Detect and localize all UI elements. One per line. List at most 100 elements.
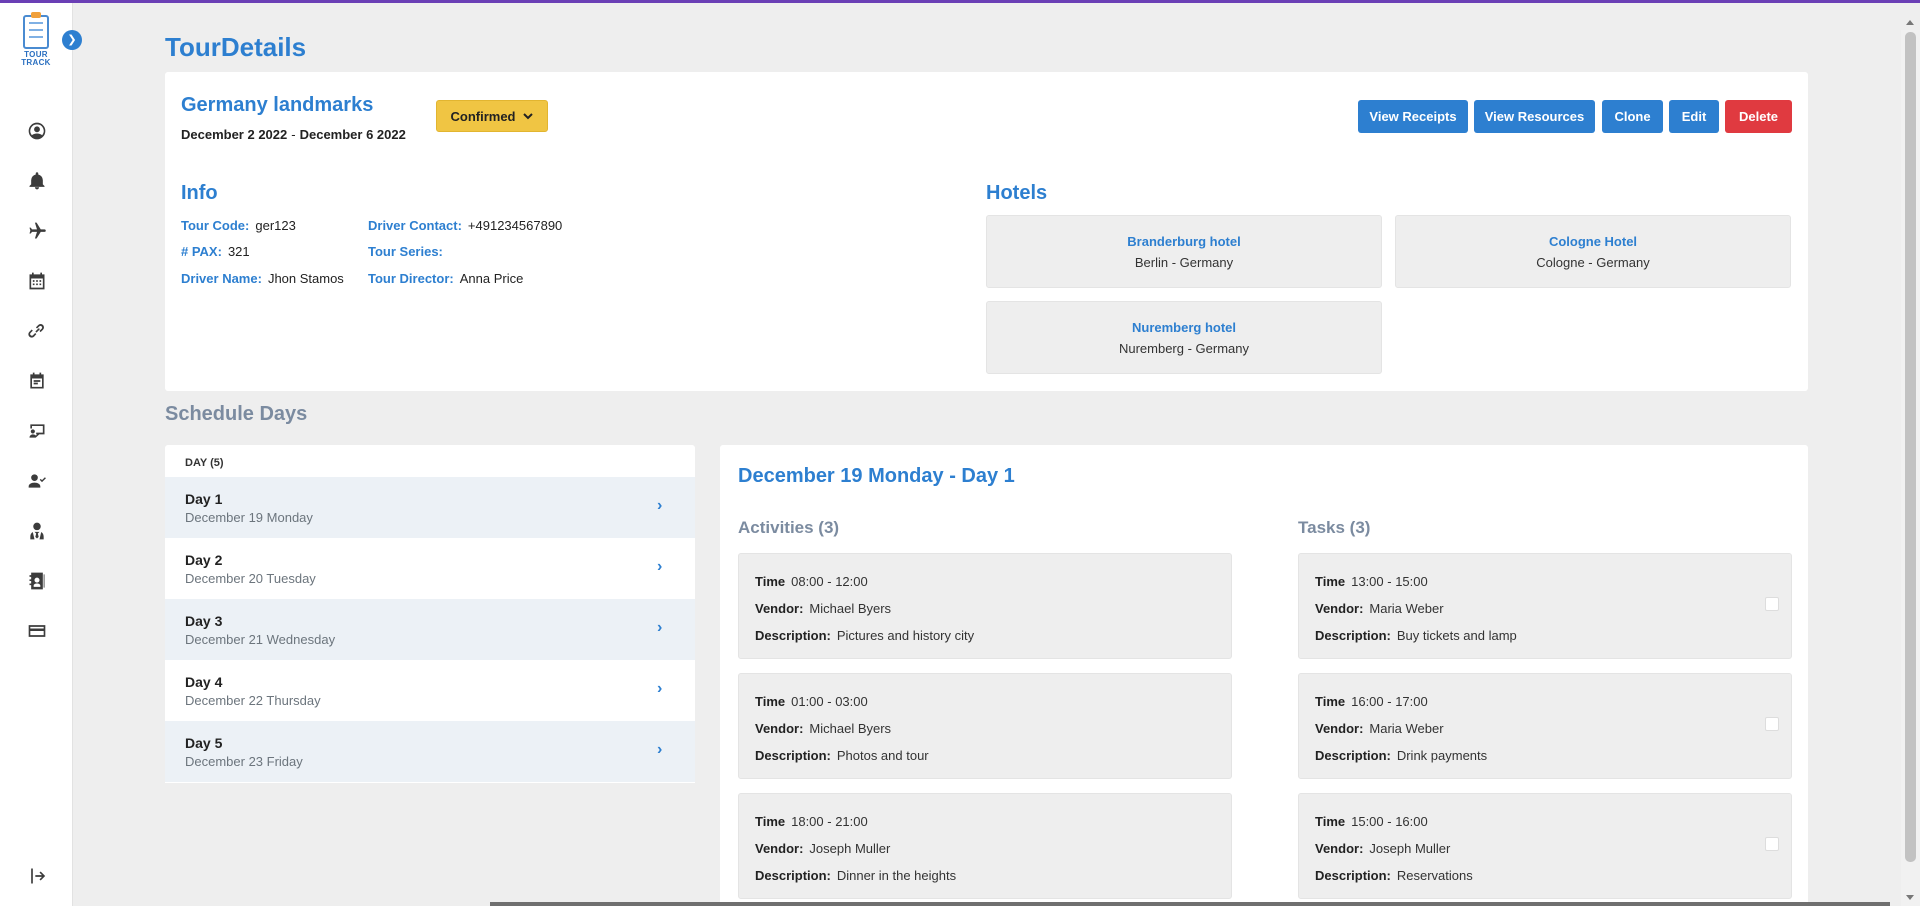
plane-icon[interactable] <box>25 219 49 243</box>
task-card[interactable]: Time 16:00 - 17:00 Vendor: Maria Weber Des… <box>1298 673 1792 779</box>
chevron-right-icon: › <box>657 741 663 758</box>
view-receipts-button[interactable]: View Receipts <box>1358 100 1468 133</box>
day-list-item[interactable]: Day 2 December 20 Tuesday › <box>165 538 695 599</box>
time-value: 18:00 - 21:00 <box>791 814 868 829</box>
tour-name: Germany landmarks <box>181 94 374 116</box>
vendor-label: Vendor: <box>1315 601 1364 616</box>
time-label: Time <box>755 574 786 589</box>
description-label: Description: <box>1315 628 1391 643</box>
tour-code-label: Tour Code: <box>181 218 250 233</box>
vendor-value: Joseph Muller <box>1369 841 1451 856</box>
activity-vendor: Vendor: Michael Byers <box>755 601 891 616</box>
task-done-checkbox[interactable] <box>1765 717 1779 731</box>
sidebar: TOUR TRACK <box>0 3 73 906</box>
pax-label: # PAX: <box>181 244 222 259</box>
bell-icon[interactable] <box>25 169 49 193</box>
description-label: Description: <box>1315 748 1391 763</box>
chevron-down-icon <box>522 113 533 120</box>
edit-button[interactable]: Edit <box>1669 100 1719 133</box>
description-value: Pictures and history city <box>836 628 975 643</box>
task-done-checkbox[interactable] <box>1765 597 1779 611</box>
day-list-item[interactable]: Day 1 December 19 Monday › <box>165 477 695 538</box>
driver-name-row: Driver Name: Jhon Stamos <box>181 271 344 286</box>
vendor-label: Vendor: <box>755 721 804 736</box>
calendar-icon[interactable] <box>25 269 49 293</box>
date-separator: - <box>291 127 296 142</box>
activity-time: Time 18:00 - 21:00 <box>755 814 868 829</box>
vendor-label: Vendor: <box>755 601 804 616</box>
chevron-right-icon: › <box>657 619 663 636</box>
chevron-right-icon: › <box>657 680 663 697</box>
activity-card[interactable]: Time 01:00 - 03:00 Vendor: Michael Byers D… <box>738 673 1232 779</box>
page-title: TourDetails <box>165 32 307 62</box>
hotel-location: Berlin - Germany <box>1134 255 1234 270</box>
hotel-card[interactable]: Branderburg hotel Berlin - Germany <box>986 215 1382 288</box>
clone-button[interactable]: Clone <box>1602 100 1663 133</box>
time-label: Time <box>1315 694 1346 709</box>
activity-description: Description: Dinner in the heights <box>755 868 956 883</box>
task-vendor: Vendor: Joseph Muller <box>1315 841 1450 856</box>
days-list-card: DAY (5) Day 1 December 19 Monday › Day 2… <box>165 445 695 783</box>
day-list-item[interactable]: Day 5 December 23 Friday › <box>165 721 695 782</box>
task-time: Time 15:00 - 16:00 <box>1315 814 1428 829</box>
time-label: Time <box>1315 814 1346 829</box>
link-icon[interactable] <box>25 319 49 343</box>
pax-value: 321 <box>227 244 250 259</box>
delete-button[interactable]: Delete <box>1725 100 1792 133</box>
view-resources-button[interactable]: View Resources <box>1474 100 1595 133</box>
task-description: Description: Reservations <box>1315 868 1473 883</box>
task-card[interactable]: Time 13:00 - 15:00 Vendor: Maria Weber Des… <box>1298 553 1792 659</box>
status-dropdown[interactable]: Confirmed <box>436 100 548 132</box>
activity-vendor: Vendor: Michael Byers <box>755 721 891 736</box>
activity-card[interactable]: Time 08:00 - 12:00 Vendor: Michael Byers D… <box>738 553 1232 659</box>
activity-vendor: Vendor: Joseph Muller <box>755 841 890 856</box>
schedule-icon[interactable] <box>25 369 49 393</box>
hotel-location: Cologne - Germany <box>1536 255 1650 270</box>
day-label: Day 2 <box>185 552 223 568</box>
chevron-right-icon: ❯ <box>67 34 77 46</box>
user-tie-icon[interactable] <box>25 519 49 543</box>
time-value: 08:00 - 12:00 <box>791 574 868 589</box>
tour-series-row: Tour Series: <box>368 244 449 259</box>
status-label: Confirmed <box>450 108 516 124</box>
hotel-location: Nuremberg - Germany <box>1118 341 1250 356</box>
description-value: Photos and tour <box>836 748 929 763</box>
vendor-value: Joseph Muller <box>809 841 891 856</box>
app-logo[interactable]: TOUR TRACK <box>18 12 54 71</box>
logo-text: TOUR TRACK <box>21 50 51 67</box>
task-done-checkbox[interactable] <box>1765 837 1779 851</box>
scroll-down-arrow-icon[interactable] <box>1906 895 1914 900</box>
description-value: Dinner in the heights <box>836 868 957 883</box>
address-book-icon[interactable] <box>25 569 49 593</box>
tour-end-date: December 6 2022 <box>299 127 406 142</box>
day-label: Day 1 <box>185 491 223 507</box>
presentation-icon[interactable] <box>25 419 49 443</box>
selected-day-title: December 19 Monday - Day 1 <box>738 465 1015 487</box>
hotel-card[interactable]: Nuremberg hotel Nuremberg - Germany <box>986 301 1382 374</box>
profile-icon[interactable] <box>25 119 49 143</box>
logout-icon[interactable] <box>25 864 49 888</box>
activity-card[interactable]: Time 18:00 - 21:00 Vendor: Joseph Muller D… <box>738 793 1232 899</box>
day-list-item[interactable]: Day 3 December 21 Wednesday › <box>165 599 695 660</box>
vendor-value: Maria Weber <box>1369 721 1444 736</box>
day-list-item[interactable]: Day 4 December 22 Thursday › <box>165 660 695 721</box>
task-card[interactable]: Time 15:00 - 16:00 Vendor: Joseph Muller D… <box>1298 793 1792 899</box>
user-check-icon[interactable] <box>25 469 49 493</box>
vendor-label: Vendor: <box>1315 721 1364 736</box>
horizontal-scrollbar[interactable] <box>490 902 1890 906</box>
day-label: Day 5 <box>185 735 223 751</box>
task-description: Description: Buy tickets and lamp <box>1315 628 1517 643</box>
hotel-card[interactable]: Cologne Hotel Cologne - Germany <box>1395 215 1791 288</box>
vertical-scrollbar[interactable] <box>1901 20 1920 906</box>
driver-contact-row: Driver Contact: +491234567890 <box>368 218 562 233</box>
hotel-name: Branderburg hotel <box>1127 234 1241 249</box>
tour-dates: December 2 2022- December 6 2022 <box>181 127 406 142</box>
scroll-up-arrow-icon[interactable] <box>1906 20 1914 25</box>
scrollbar-thumb[interactable] <box>1905 32 1916 862</box>
activity-time: Time 08:00 - 12:00 <box>755 574 868 589</box>
tour-director-label: Tour Director: <box>368 271 454 286</box>
time-value: 15:00 - 16:00 <box>1351 814 1428 829</box>
expand-sidebar-button[interactable]: ❯ <box>62 30 82 50</box>
credit-card-icon[interactable] <box>25 619 49 643</box>
info-heading: Info <box>181 182 218 204</box>
